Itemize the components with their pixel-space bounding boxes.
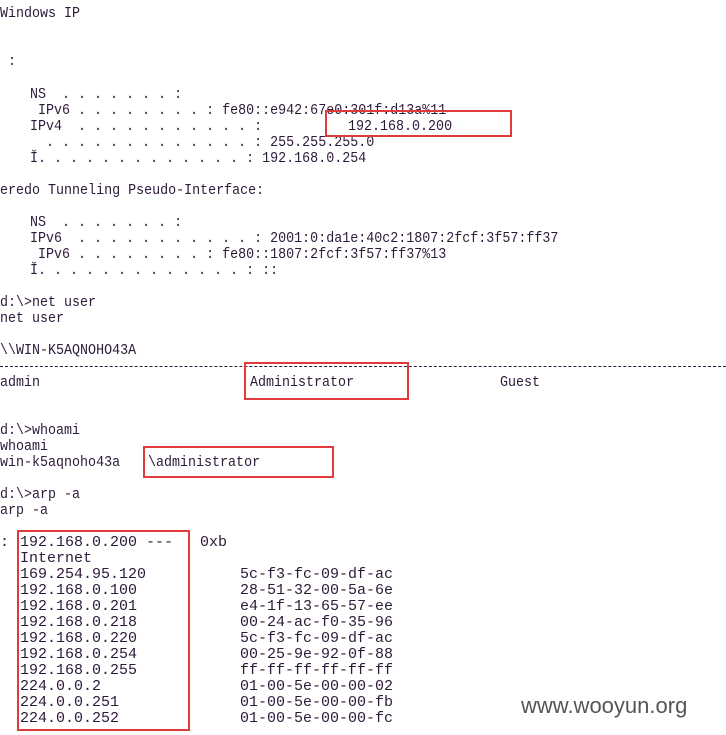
highlight-arp-ips <box>17 530 190 731</box>
user-guest: Guest <box>500 375 541 391</box>
arp-entry-mac: 01-00-5e-00-00-02 <box>240 678 394 695</box>
arp-interface-prefix: : <box>0 534 10 551</box>
host-name: \\WIN-K5AQNOHO43A <box>0 343 137 359</box>
net-user-prompt: d:\>net user <box>0 295 97 311</box>
arp-entry-mac: 00-25-9e-92-0f-88 <box>240 646 394 663</box>
arp-interface-index: 0xb <box>200 534 228 551</box>
arp-entry-mac: 5c-f3-fc-09-df-ac <box>240 630 394 647</box>
arp-entry-mac: 01-00-5e-00-00-fb <box>240 694 394 711</box>
dns-suffix-line-2: NS . . . . . . . : <box>30 215 183 231</box>
arp-entry-mac: ff-ff-ff-ff-ff-ff <box>240 662 394 679</box>
user-admin: admin <box>0 375 41 391</box>
dns-suffix-line: NS . . . . . . . : <box>30 87 183 103</box>
gateway-line: Ĭ. . . . . . . . . . . . . : 192.168.0.2… <box>30 151 367 167</box>
ipconfig-header: Windows IP <box>0 6 81 22</box>
arp-entry-mac: 00-24-ac-f0-35-96 <box>240 614 394 631</box>
whoami-host: win-k5aqnoho43a <box>0 455 121 471</box>
whoami-prompt: d:\>whoami <box>0 423 81 439</box>
terminal-output: Windows IP : NS . . . . . . . : IPv6 . .… <box>0 0 726 735</box>
arp-entry-mac: 01-00-5e-00-00-fc <box>240 710 394 727</box>
arp-prompt: d:\>arp -a <box>0 487 81 503</box>
teredo-title: eredo Tunneling Pseudo-Interface: <box>0 183 265 199</box>
whoami-echo: whoami <box>0 439 49 455</box>
arp-entry-mac: 5c-f3-fc-09-df-ac <box>240 566 394 583</box>
watermark: www.wooyun.org <box>521 693 688 718</box>
subnet-mask-line: . . . . . . . . . . . . . : 255.255.255.… <box>30 135 375 151</box>
highlight-ipv4 <box>325 110 512 137</box>
highlight-whoami <box>143 446 334 478</box>
ipv6-line-2: IPv6 . . . . . . . . . . . : 2001:0:da1e… <box>30 231 559 247</box>
ipv6-local-line-2: IPv6 . . . . . . . . : fe80::1807:2fcf:3… <box>30 247 447 263</box>
arp-echo: arp -a <box>0 503 49 519</box>
arp-entry-mac: e4-1f-13-65-57-ee <box>240 598 394 615</box>
gateway-line-2: Ĭ. . . . . . . . . . . . . : :: <box>30 263 279 279</box>
highlight-administrator <box>244 362 409 400</box>
adapter-title: : <box>8 54 17 70</box>
ipv4-label: IPv4 . . . . . . . . . . . : <box>30 119 263 135</box>
net-user-echo: net user <box>0 311 65 327</box>
arp-entry-mac: 28-51-32-00-5a-6e <box>240 582 394 599</box>
